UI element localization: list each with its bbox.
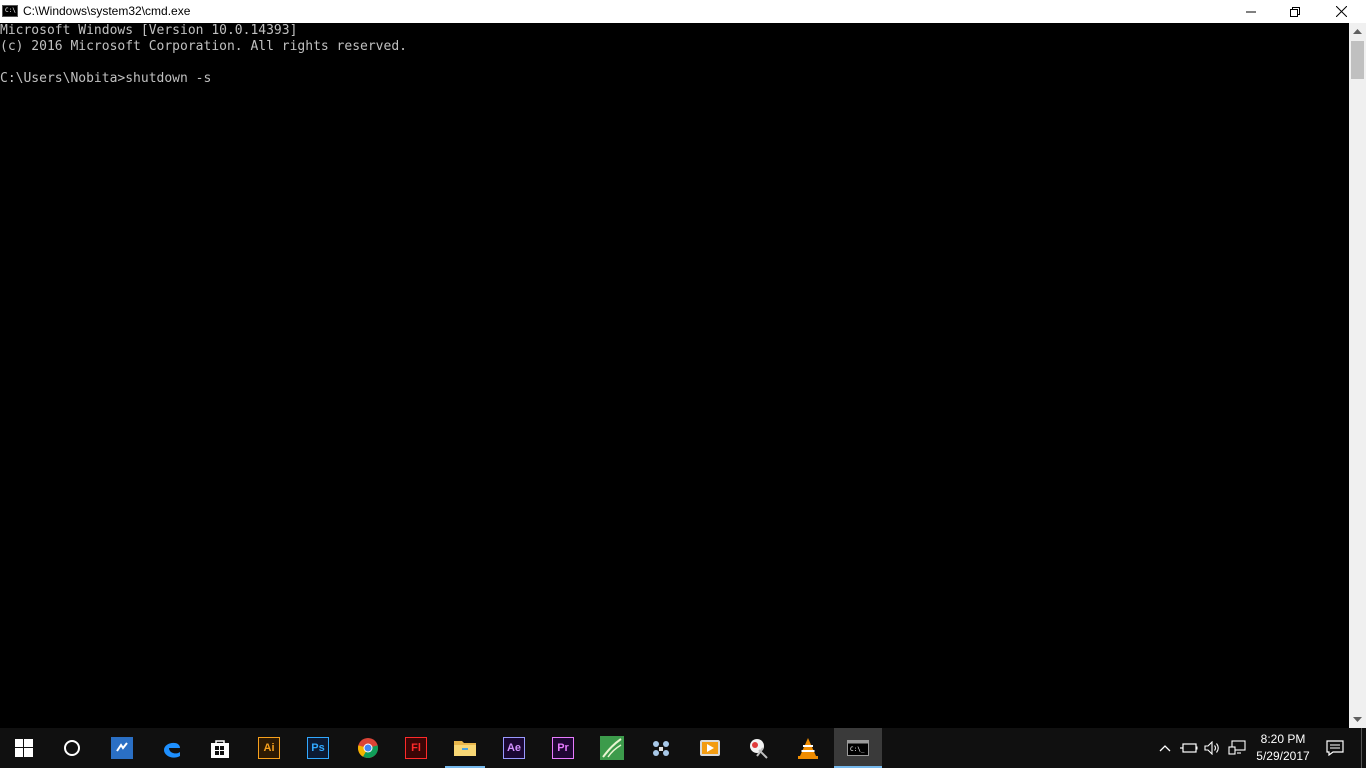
- taskbar-app-vlc[interactable]: [784, 728, 832, 768]
- start-button[interactable]: [0, 728, 48, 768]
- xtreme-download-icon: [111, 737, 133, 759]
- folder-icon: [454, 741, 476, 756]
- taskbar-app-premiere[interactable]: Pr: [539, 728, 587, 768]
- minimize-button[interactable]: [1228, 0, 1274, 23]
- cortana-button[interactable]: [48, 728, 96, 768]
- cmd-icon-glyph: C:\: [5, 7, 16, 14]
- taskbar-app-flash[interactable]: Fl: [392, 728, 440, 768]
- show-hidden-icons-button[interactable]: [1156, 728, 1174, 768]
- notification-icon: [1326, 740, 1344, 756]
- green-app-icon: [600, 736, 624, 760]
- console-line: (c) 2016 Microsoft Corporation. All righ…: [0, 39, 407, 54]
- close-icon: [1335, 6, 1347, 17]
- taskbar-app-snipping[interactable]: [735, 728, 783, 768]
- taskbar-app-download[interactable]: [98, 728, 146, 768]
- restore-icon: [1290, 6, 1300, 17]
- restore-button[interactable]: [1272, 0, 1318, 23]
- console-line: Microsoft Windows [Version 10.0.14393]: [0, 23, 298, 38]
- windows-logo-icon: [15, 739, 33, 757]
- action-center-button[interactable]: [1320, 728, 1350, 768]
- edge-icon: [164, 742, 180, 758]
- minimize-icon: [1246, 11, 1256, 12]
- download-glyph-icon: [116, 742, 128, 752]
- taskbar-app-file-explorer[interactable]: [441, 728, 489, 768]
- chevron-down-icon: [1353, 717, 1362, 722]
- network-tray-button[interactable]: [1226, 728, 1248, 768]
- taskbar: Ai Ps Fl Ae Pr C:\_ 8:20 PM 5/29/2017: [0, 728, 1366, 768]
- taskbar-app-cmd[interactable]: C:\_: [834, 728, 882, 768]
- cmd-app-icon[interactable]: C:\: [2, 5, 18, 17]
- taskbar-app-video[interactable]: [686, 728, 734, 768]
- scrollbar-thumb[interactable]: [1351, 41, 1364, 79]
- premiere-icon: Pr: [552, 737, 574, 759]
- chrome-icon: [357, 738, 379, 759]
- cmd-window: C:\ C:\Windows\system32\cmd.exe Microsof…: [0, 0, 1366, 728]
- taskbar-app-green[interactable]: [588, 728, 636, 768]
- scroll-up-button[interactable]: [1349, 23, 1366, 40]
- gamepad-icon: [653, 741, 669, 756]
- store-icon: [211, 740, 229, 758]
- show-desktop-button[interactable]: [1361, 728, 1366, 768]
- battery-tray-button[interactable]: [1178, 728, 1200, 768]
- scroll-down-button[interactable]: [1349, 711, 1366, 728]
- network-wired-icon: [1228, 740, 1246, 755]
- vertical-scrollbar[interactable]: [1349, 23, 1366, 728]
- cortana-circle-icon: [64, 740, 80, 756]
- svg-text:C:\_: C:\_: [850, 746, 865, 753]
- volume-tray-button[interactable]: [1202, 728, 1224, 768]
- close-button[interactable]: [1318, 0, 1364, 23]
- console-prompt-line: C:\Users\Nobita>shutdown -s: [0, 71, 212, 86]
- after-effects-icon: Ae: [503, 737, 525, 759]
- battery-plug-icon: [1180, 743, 1198, 753]
- taskbar-app-edge[interactable]: [148, 728, 196, 768]
- chevron-up-icon: [1159, 745, 1171, 752]
- photoshop-icon: Ps: [307, 737, 329, 759]
- cmd-icon: C:\_: [847, 740, 869, 756]
- illustrator-icon: Ai: [258, 737, 280, 759]
- snipping-tool-icon: [750, 739, 768, 759]
- taskbar-app-photoshop[interactable]: Ps: [294, 728, 342, 768]
- window-title: C:\Windows\system32\cmd.exe: [23, 4, 191, 18]
- speaker-icon: [1204, 741, 1219, 755]
- system-clock[interactable]: 8:20 PM 5/29/2017: [1248, 728, 1318, 768]
- console-output[interactable]: Microsoft Windows [Version 10.0.14393] (…: [0, 23, 1350, 728]
- title-bar[interactable]: C:\ C:\Windows\system32\cmd.exe: [0, 0, 1366, 23]
- taskbar-app-gamepad[interactable]: [637, 728, 685, 768]
- taskbar-app-store[interactable]: [196, 728, 244, 768]
- flash-icon: Fl: [405, 737, 427, 759]
- video-player-icon: [700, 740, 720, 756]
- taskbar-app-chrome[interactable]: [344, 728, 392, 768]
- clock-time: 8:20 PM: [1260, 732, 1306, 746]
- taskbar-app-illustrator[interactable]: Ai: [245, 728, 293, 768]
- vlc-cone-icon: [798, 738, 818, 759]
- taskbar-app-after-effects[interactable]: Ae: [490, 728, 538, 768]
- chevron-up-icon: [1353, 29, 1362, 34]
- clock-date: 5/29/2017: [1256, 749, 1310, 763]
